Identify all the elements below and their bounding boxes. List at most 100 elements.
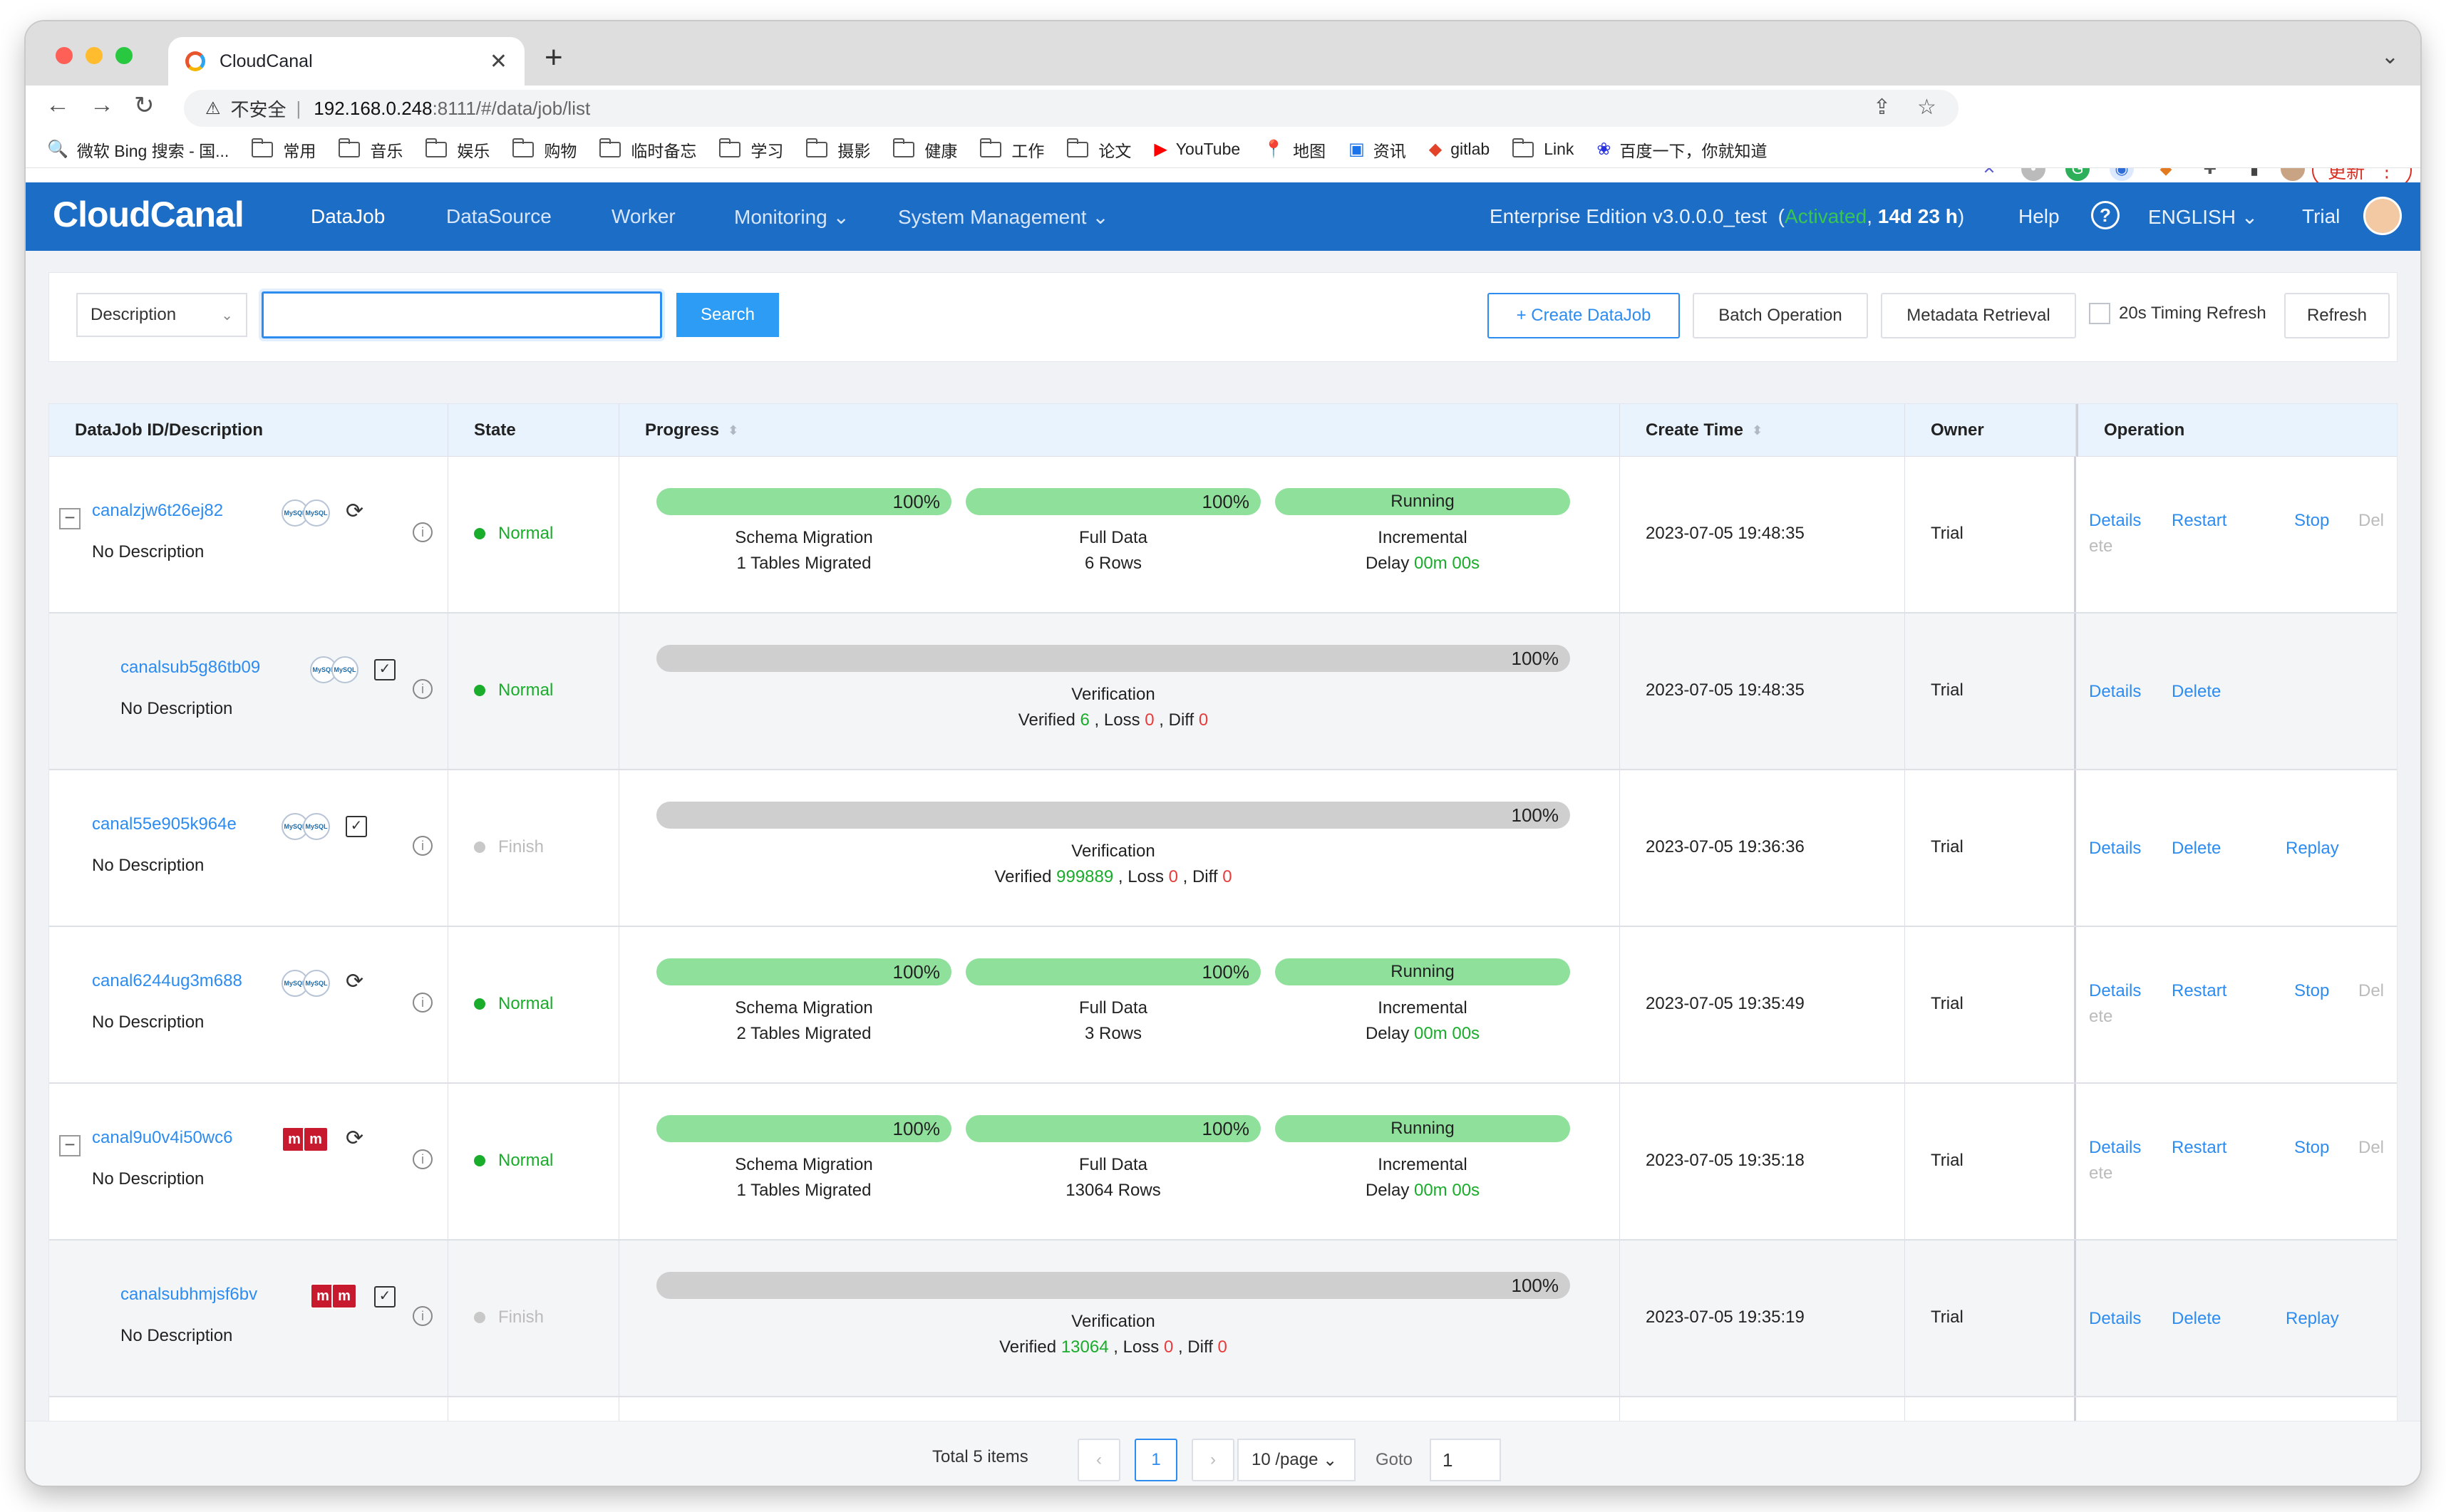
close-window-icon[interactable] — [56, 47, 73, 64]
op-delete-link[interactable]: Delete — [2172, 1309, 2221, 1329]
datajob-id-link[interactable]: canal55e905k964e — [92, 814, 237, 834]
page-1-button[interactable]: 1 — [1135, 1439, 1177, 1481]
bookmark-folder[interactable]: 临时备忘 — [599, 138, 696, 162]
folder-icon — [512, 138, 535, 157]
search-icon: 🔍 — [47, 140, 68, 159]
bookmark-bing[interactable]: 🔍 微软 Bing 搜索 - 国... — [47, 138, 229, 162]
bookmark-folder[interactable]: 常用 — [252, 138, 316, 162]
cell-id — [49, 770, 448, 926]
bookmark-folder[interactable]: Link — [1512, 138, 1574, 159]
info-icon[interactable]: i — [413, 522, 433, 542]
datajob-description: No Description — [92, 856, 205, 875]
prev-page-icon[interactable]: ‹ — [1078, 1439, 1120, 1481]
next-page-icon[interactable]: › — [1192, 1439, 1234, 1481]
collapse-row-icon[interactable]: − — [59, 508, 81, 529]
minimize-window-icon[interactable] — [86, 47, 103, 64]
bookmark-gitlab[interactable]: ◆ gitlab — [1429, 139, 1490, 160]
nav-worker[interactable]: Worker — [612, 205, 676, 228]
bookmark-folder[interactable]: 健康 — [893, 138, 957, 162]
cloudcanal-logo[interactable]: CloudCanal — [53, 194, 244, 235]
col-owner: Owner — [1905, 404, 2076, 457]
op-restart-link[interactable]: Restart — [2172, 511, 2226, 531]
info-icon[interactable]: i — [413, 1149, 433, 1169]
op-replay-link[interactable]: Replay — [2286, 839, 2339, 859]
bookmark-folder[interactable]: 摄影 — [806, 138, 870, 162]
bookmark-news[interactable]: ▣ 资讯 — [1348, 138, 1406, 162]
info-icon[interactable]: i — [413, 1306, 433, 1326]
bookmark-star-icon[interactable]: ☆ — [1917, 95, 1936, 120]
collapse-row-icon[interactable]: − — [59, 1135, 81, 1156]
nav-datajob[interactable]: DataJob — [311, 205, 385, 228]
question-circle-icon[interactable]: ? — [2091, 201, 2120, 229]
op-delete-link[interactable]: Delete — [2172, 839, 2221, 859]
close-tab-icon[interactable]: ✕ — [490, 49, 507, 74]
search-input[interactable] — [262, 291, 662, 338]
refresh-button[interactable]: Refresh — [2284, 293, 2390, 338]
language-select[interactable]: ENGLISH ⌄ — [2148, 205, 2258, 229]
op-details-link[interactable]: Details — [2089, 511, 2141, 531]
address-bar[interactable]: ⚠ 不安全 | 192.168.0.248 :8111/#/data/job/l… — [184, 90, 1959, 127]
sort-icon[interactable]: ⬍ — [1752, 423, 1763, 438]
op-details-link[interactable]: Details — [2089, 981, 2141, 1001]
share-icon[interactable]: ⇪ — [1873, 95, 1891, 120]
bookmark-folder[interactable]: 工作 — [980, 138, 1044, 162]
user-name[interactable]: Trial — [2302, 205, 2340, 228]
incremental-bar: Running — [1275, 1115, 1570, 1142]
col-progress[interactable]: Progress ⬍ — [619, 404, 1620, 457]
tab-search-chevron-icon[interactable]: ⌄ — [2381, 44, 2399, 69]
datajob-id-link[interactable]: canal6244ug3m688 — [92, 971, 242, 991]
info-icon[interactable]: i — [413, 679, 433, 699]
search-button[interactable]: Search — [676, 293, 779, 337]
metadata-retrieval-button[interactable]: Metadata Retrieval — [1881, 293, 2076, 338]
op-details-link[interactable]: Details — [2089, 839, 2141, 859]
datajob-id-link[interactable]: canalzjw6t26ej82 — [92, 501, 223, 521]
timing-refresh-checkbox[interactable] — [2089, 303, 2110, 324]
state-badge: Normal — [474, 524, 553, 544]
op-restart-link[interactable]: Restart — [2172, 981, 2226, 1001]
new-tab-icon[interactable]: + — [545, 40, 563, 76]
op-delete-link[interactable]: Delete — [2172, 682, 2221, 702]
op-details-link[interactable]: Details — [2089, 682, 2141, 702]
timing-refresh-toggle[interactable]: 20s Timing Refresh — [2089, 303, 2266, 324]
reload-icon[interactable]: ↻ — [134, 91, 155, 120]
nav-datasource[interactable]: DataSource — [446, 205, 552, 228]
info-icon[interactable]: i — [413, 993, 433, 1013]
datajob-id-link[interactable]: canalsub5g86tb09 — [120, 658, 260, 678]
op-stop-link[interactable]: Stop — [2294, 981, 2329, 1001]
browser-tab[interactable]: CloudCanal ✕ — [168, 37, 525, 86]
goto-input[interactable]: 1 — [1430, 1439, 1501, 1481]
page-size-select[interactable]: 10 /page ⌄ — [1237, 1439, 1356, 1481]
datajob-id-link[interactable]: canalsubhmjsf6bv — [120, 1285, 257, 1305]
bookmark-folder[interactable]: 娱乐 — [425, 138, 490, 162]
op-restart-link[interactable]: Restart — [2172, 1138, 2226, 1158]
maximize-window-icon[interactable] — [115, 47, 133, 64]
col-create-time[interactable]: Create Time ⬍ — [1620, 404, 1905, 457]
forward-arrow-icon[interactable]: → — [90, 91, 114, 119]
warning-triangle-icon[interactable]: ⚠ — [205, 98, 221, 119]
help-link[interactable]: Help — [2018, 205, 2060, 228]
bookmark-folder[interactable]: 学习 — [719, 138, 783, 162]
sort-icon[interactable]: ⬍ — [728, 423, 738, 438]
create-datajob-button[interactable]: + Create DataJob — [1487, 293, 1680, 338]
schema-migration-bar: 100% — [656, 958, 951, 985]
op-details-link[interactable]: Details — [2089, 1138, 2141, 1158]
bookmark-folder[interactable]: 购物 — [512, 138, 577, 162]
back-arrow-icon[interactable]: ← — [46, 91, 70, 119]
bookmark-baidu[interactable]: ❀ 百度一下，你就知道 — [1596, 138, 1767, 162]
bookmark-map[interactable]: 📍 地图 — [1263, 138, 1326, 162]
op-stop-link[interactable]: Stop — [2294, 511, 2329, 531]
main-content: Description ⌄ Search + Create DataJob Bat… — [26, 251, 2420, 1486]
batch-operation-button[interactable]: Batch Operation — [1693, 293, 1868, 338]
bookmark-folder[interactable]: 音乐 — [339, 138, 403, 162]
info-icon[interactable]: i — [413, 836, 433, 856]
bookmark-folder[interactable]: 论文 — [1067, 138, 1131, 162]
bookmark-youtube[interactable]: ▶ YouTube — [1154, 139, 1240, 160]
search-field-select[interactable]: Description ⌄ — [76, 293, 247, 337]
op-stop-link[interactable]: Stop — [2294, 1138, 2329, 1158]
user-avatar[interactable] — [2363, 197, 2402, 235]
op-replay-link[interactable]: Replay — [2286, 1309, 2339, 1329]
op-details-link[interactable]: Details — [2089, 1309, 2141, 1329]
nav-system-management[interactable]: System Management ⌄ — [898, 205, 1109, 229]
datajob-id-link[interactable]: canal9u0v4i50wc6 — [92, 1128, 232, 1148]
nav-monitoring[interactable]: Monitoring ⌄ — [734, 205, 850, 229]
